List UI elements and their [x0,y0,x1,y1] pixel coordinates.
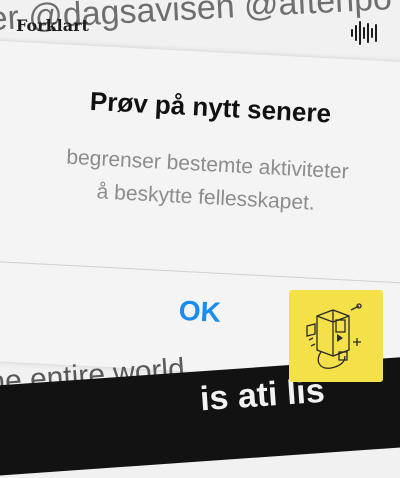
brand-logo: Forklart [16,16,89,35]
dialog-divider [0,259,400,286]
dialog-message: begrenser bestemte aktiviteter å beskytt… [0,136,400,227]
podcast-illustration-icon [306,303,362,369]
dialog-title: Prøv på nytt senere [89,85,332,129]
podcast-cover-art [289,290,383,382]
waveform-icon [351,21,377,45]
